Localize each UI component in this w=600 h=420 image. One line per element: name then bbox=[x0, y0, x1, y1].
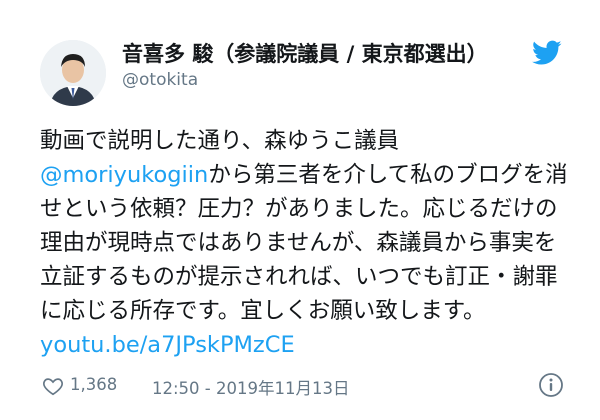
info-icon[interactable] bbox=[538, 372, 564, 398]
tweet-card: 音喜多 駿（参議院議員 / 東京都選出） @otokita 動画で説明した通り、… bbox=[0, 0, 600, 420]
mention-link[interactable]: @moriyukogiin bbox=[40, 162, 208, 188]
heart-icon[interactable] bbox=[42, 375, 64, 397]
author-name[interactable]: 音喜多 駿（参議院議員 / 東京都選出） bbox=[122, 38, 488, 68]
avatar-photo bbox=[40, 40, 106, 106]
tweet-footer: 1,368 12:50 - 2019年11月13日 bbox=[40, 372, 570, 402]
avatar[interactable] bbox=[40, 40, 106, 106]
twitter-bird-icon[interactable] bbox=[532, 40, 562, 66]
author-handle[interactable]: @otokita bbox=[122, 70, 198, 90]
tweet-text: 動画で説明した通り、森ゆうこ議員 @moriyukogiinから第三者を介して私の… bbox=[40, 124, 570, 362]
youtube-link[interactable]: youtu.be/a7JPskPMzCE bbox=[40, 332, 295, 358]
like-count: 1,368 bbox=[70, 375, 118, 394]
tweet-text-part: 動画で説明した通り、森ゆうこ議員 bbox=[40, 128, 400, 154]
tweet-timestamp[interactable]: 12:50 - 2019年11月13日 bbox=[152, 375, 349, 399]
